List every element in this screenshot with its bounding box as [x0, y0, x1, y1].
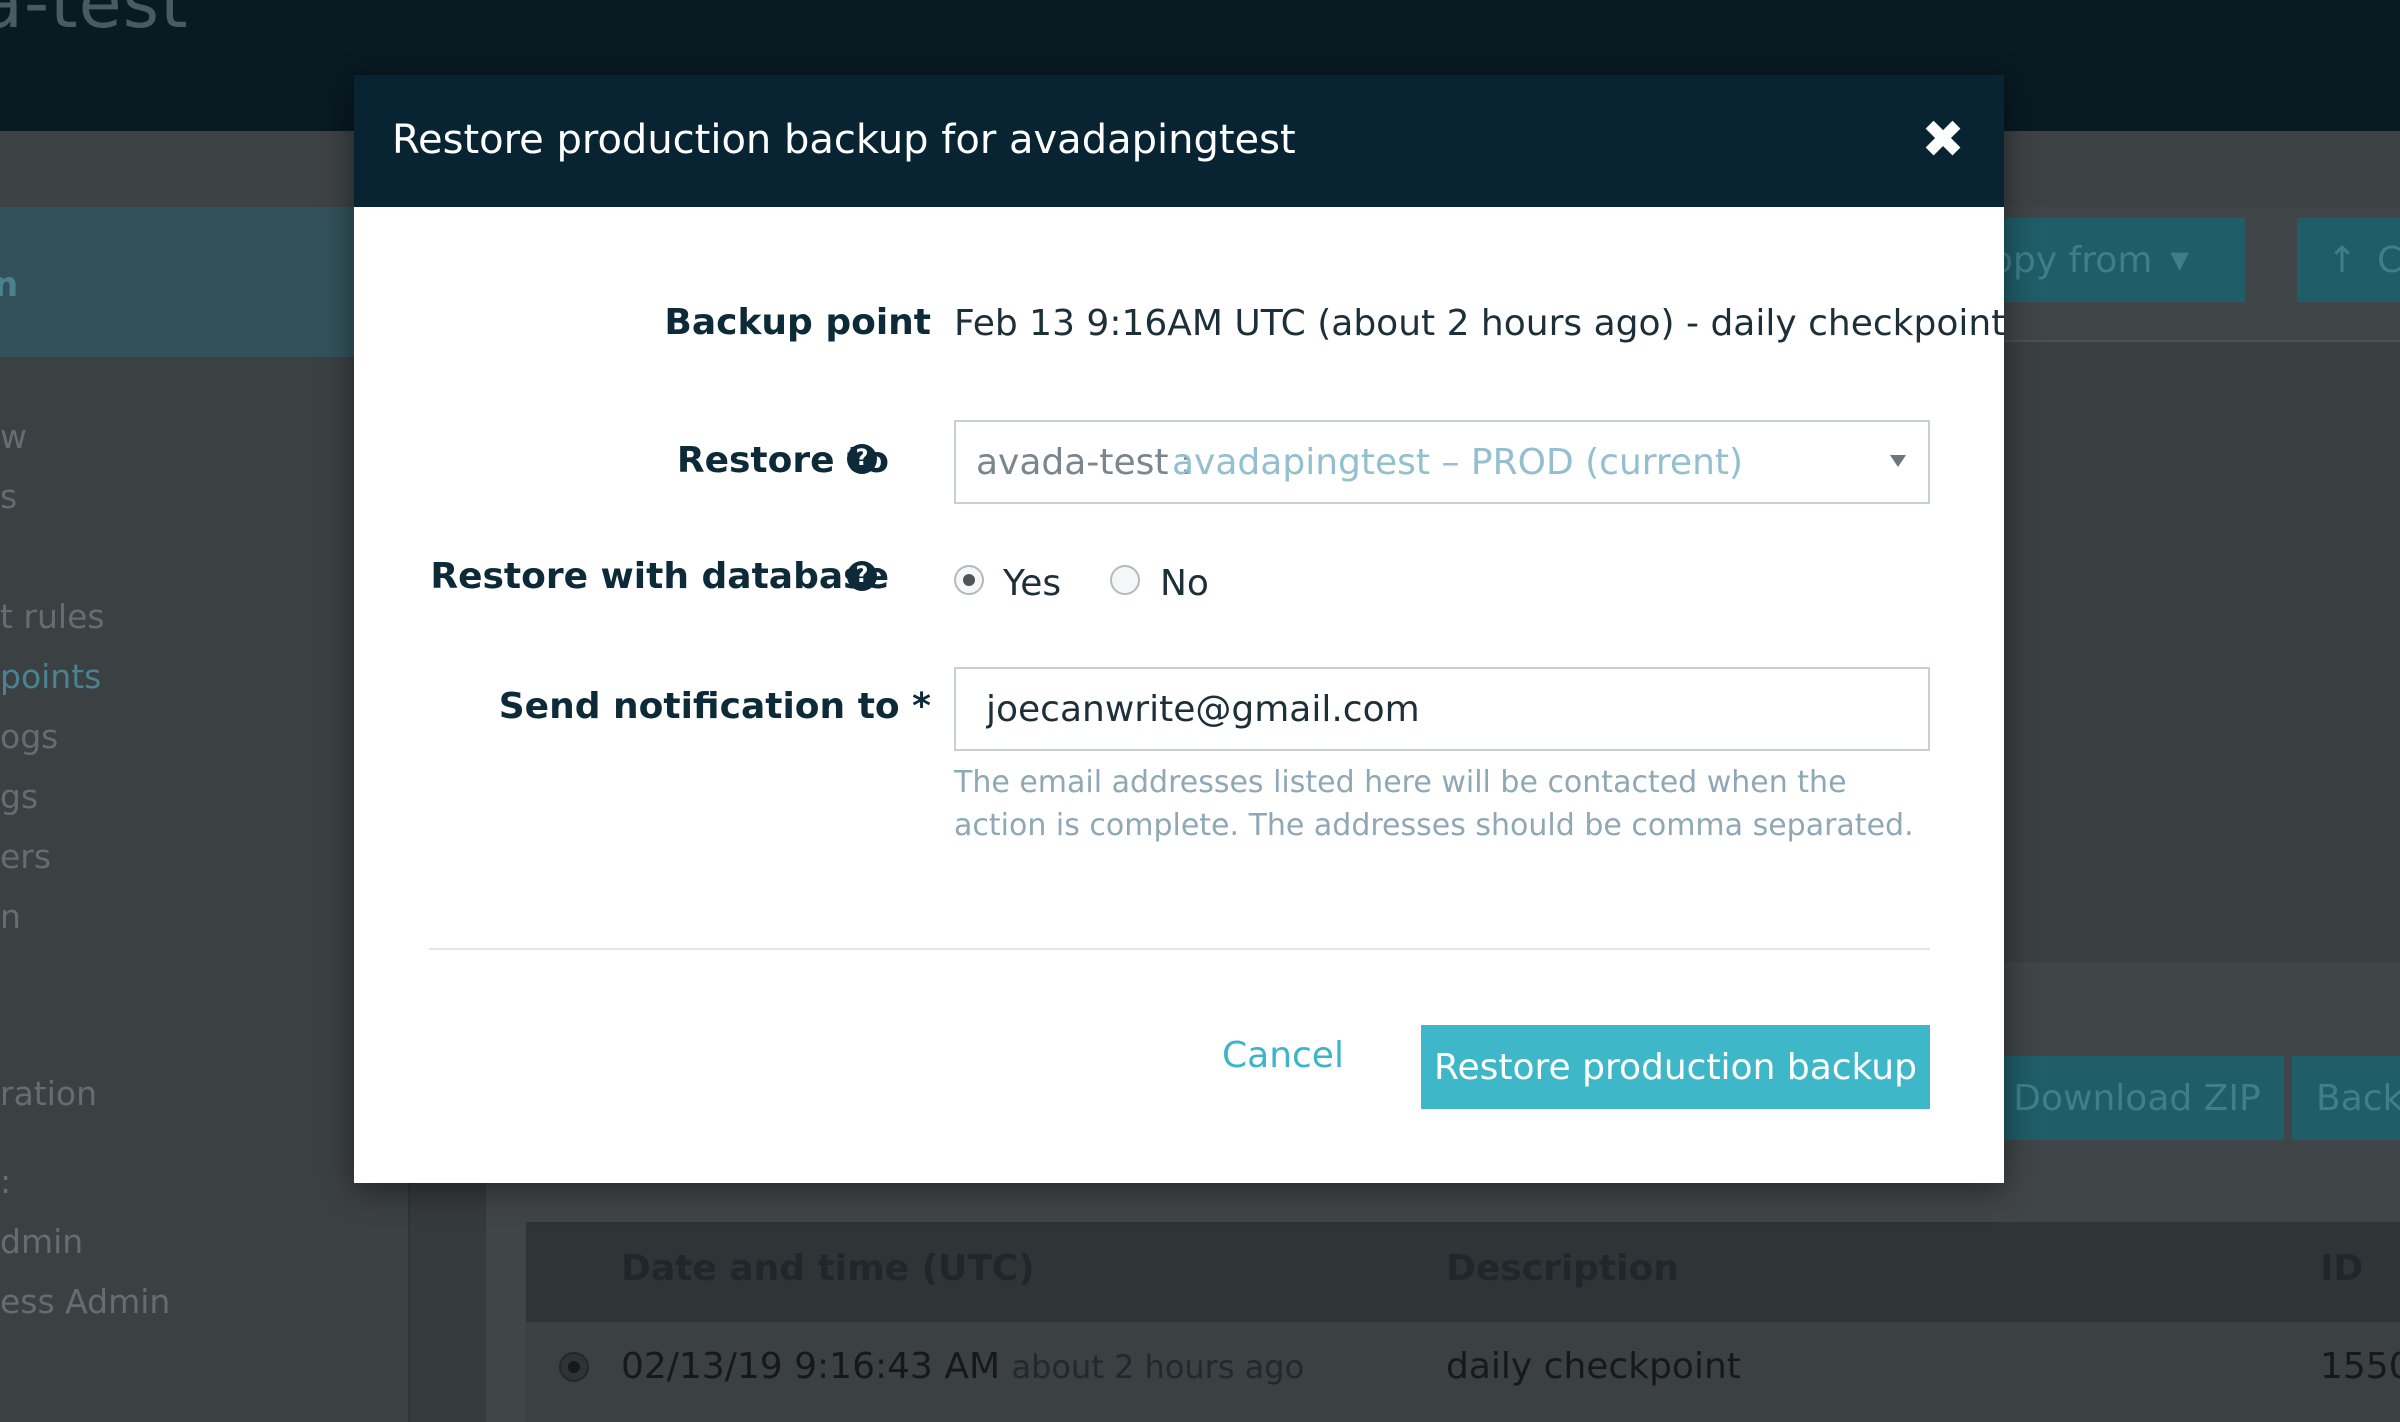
sidebar-item: :	[0, 1162, 12, 1201]
back-button[interactable]: Back	[2292, 1056, 2400, 1140]
sidebar-item-active[interactable]: points	[0, 657, 101, 696]
sidebar-item[interactable]: ers	[0, 837, 51, 876]
column-header-datetime[interactable]: Date and time (UTC)	[621, 1248, 1035, 1289]
row-id: 1550	[2320, 1346, 2400, 1387]
restore-with-database-label: Restore with database	[430, 556, 889, 597]
column-header-id[interactable]: ID	[2320, 1248, 2363, 1289]
sidebar-item[interactable]: dmin	[0, 1222, 83, 1261]
help-icon[interactable]: ?	[847, 444, 877, 474]
divider	[429, 948, 1930, 950]
arrow-up-icon: ↑	[2327, 239, 2358, 281]
sidebar-item[interactable]: s	[0, 477, 17, 516]
background-panel	[1950, 340, 2400, 962]
sidebar-item[interactable]: ration	[0, 1074, 97, 1113]
table-header: Date and time (UTC) Description ID	[526, 1222, 2400, 1322]
backup-point-value: Feb 13 9:16AM UTC (about 2 hours ago) - …	[954, 303, 2006, 344]
sidebar-item[interactable]: gs	[0, 777, 38, 816]
cancel-button[interactable]: Cancel	[1222, 1025, 1344, 1085]
row-description: daily checkpoint	[1446, 1346, 1741, 1387]
modal-header: Restore production backup for avadapingt…	[354, 75, 2004, 207]
sidebar-item[interactable]: t rules	[0, 597, 105, 636]
close-icon[interactable]: ✖	[1918, 114, 1968, 166]
notification-hint: The email addresses listed here will be …	[954, 765, 1914, 843]
restore-to-value: avadapingtest – PROD (current)	[1172, 442, 1744, 483]
chevron-down-icon: ▼	[2170, 246, 2189, 274]
chevron-down-icon	[1890, 455, 1906, 467]
site-title: a-test	[0, 0, 189, 44]
notification-email-field[interactable]	[954, 667, 1930, 751]
modal-title: Restore production backup for avadapingt…	[392, 117, 1296, 163]
help-icon[interactable]: ?	[847, 561, 877, 591]
radio-no[interactable]	[1110, 565, 1140, 595]
radio-yes-label[interactable]: Yes	[1003, 563, 1061, 604]
sidebar-item[interactable]: w	[0, 417, 27, 456]
sidebar-item[interactable]: ogs	[0, 717, 58, 756]
restore-to-prefix: avada-test :	[976, 442, 1193, 483]
row-radio[interactable]	[559, 1352, 589, 1382]
column-header-description[interactable]: Description	[1446, 1248, 1679, 1289]
sidebar-item[interactable]: n	[0, 897, 21, 936]
send-notification-label: Send notification to *	[498, 686, 931, 727]
radio-yes[interactable]	[954, 565, 984, 595]
restore-production-backup-button[interactable]: Restore production backup	[1421, 1025, 1930, 1109]
sidebar-active-section[interactable]: n	[0, 207, 408, 357]
sidebar-item[interactable]: ess Admin	[0, 1282, 170, 1321]
restore-backup-modal: Restore production backup for avadapingt…	[354, 75, 2006, 1183]
restore-to-select[interactable]: avada-test : avadapingtest – PROD (curre…	[954, 420, 1930, 504]
sidebar-active-label: n	[0, 265, 19, 305]
radio-no-label[interactable]: No	[1160, 563, 1209, 604]
upload-button[interactable]: ↑ C	[2297, 218, 2400, 302]
download-zip-button[interactable]: Download ZIP	[1990, 1056, 2284, 1140]
row-relative-time: about 2 hours ago	[1011, 1348, 1305, 1386]
sidebar: n w s t rules points ogs gs ers n ration…	[0, 207, 410, 1422]
backup-point-label: Backup point	[664, 302, 931, 343]
row-datetime: 02/13/19 9:16:43 AM about 2 hours ago	[621, 1346, 1305, 1387]
table-row[interactable]: 02/13/19 9:16:43 AM about 2 hours ago da…	[526, 1322, 2400, 1422]
